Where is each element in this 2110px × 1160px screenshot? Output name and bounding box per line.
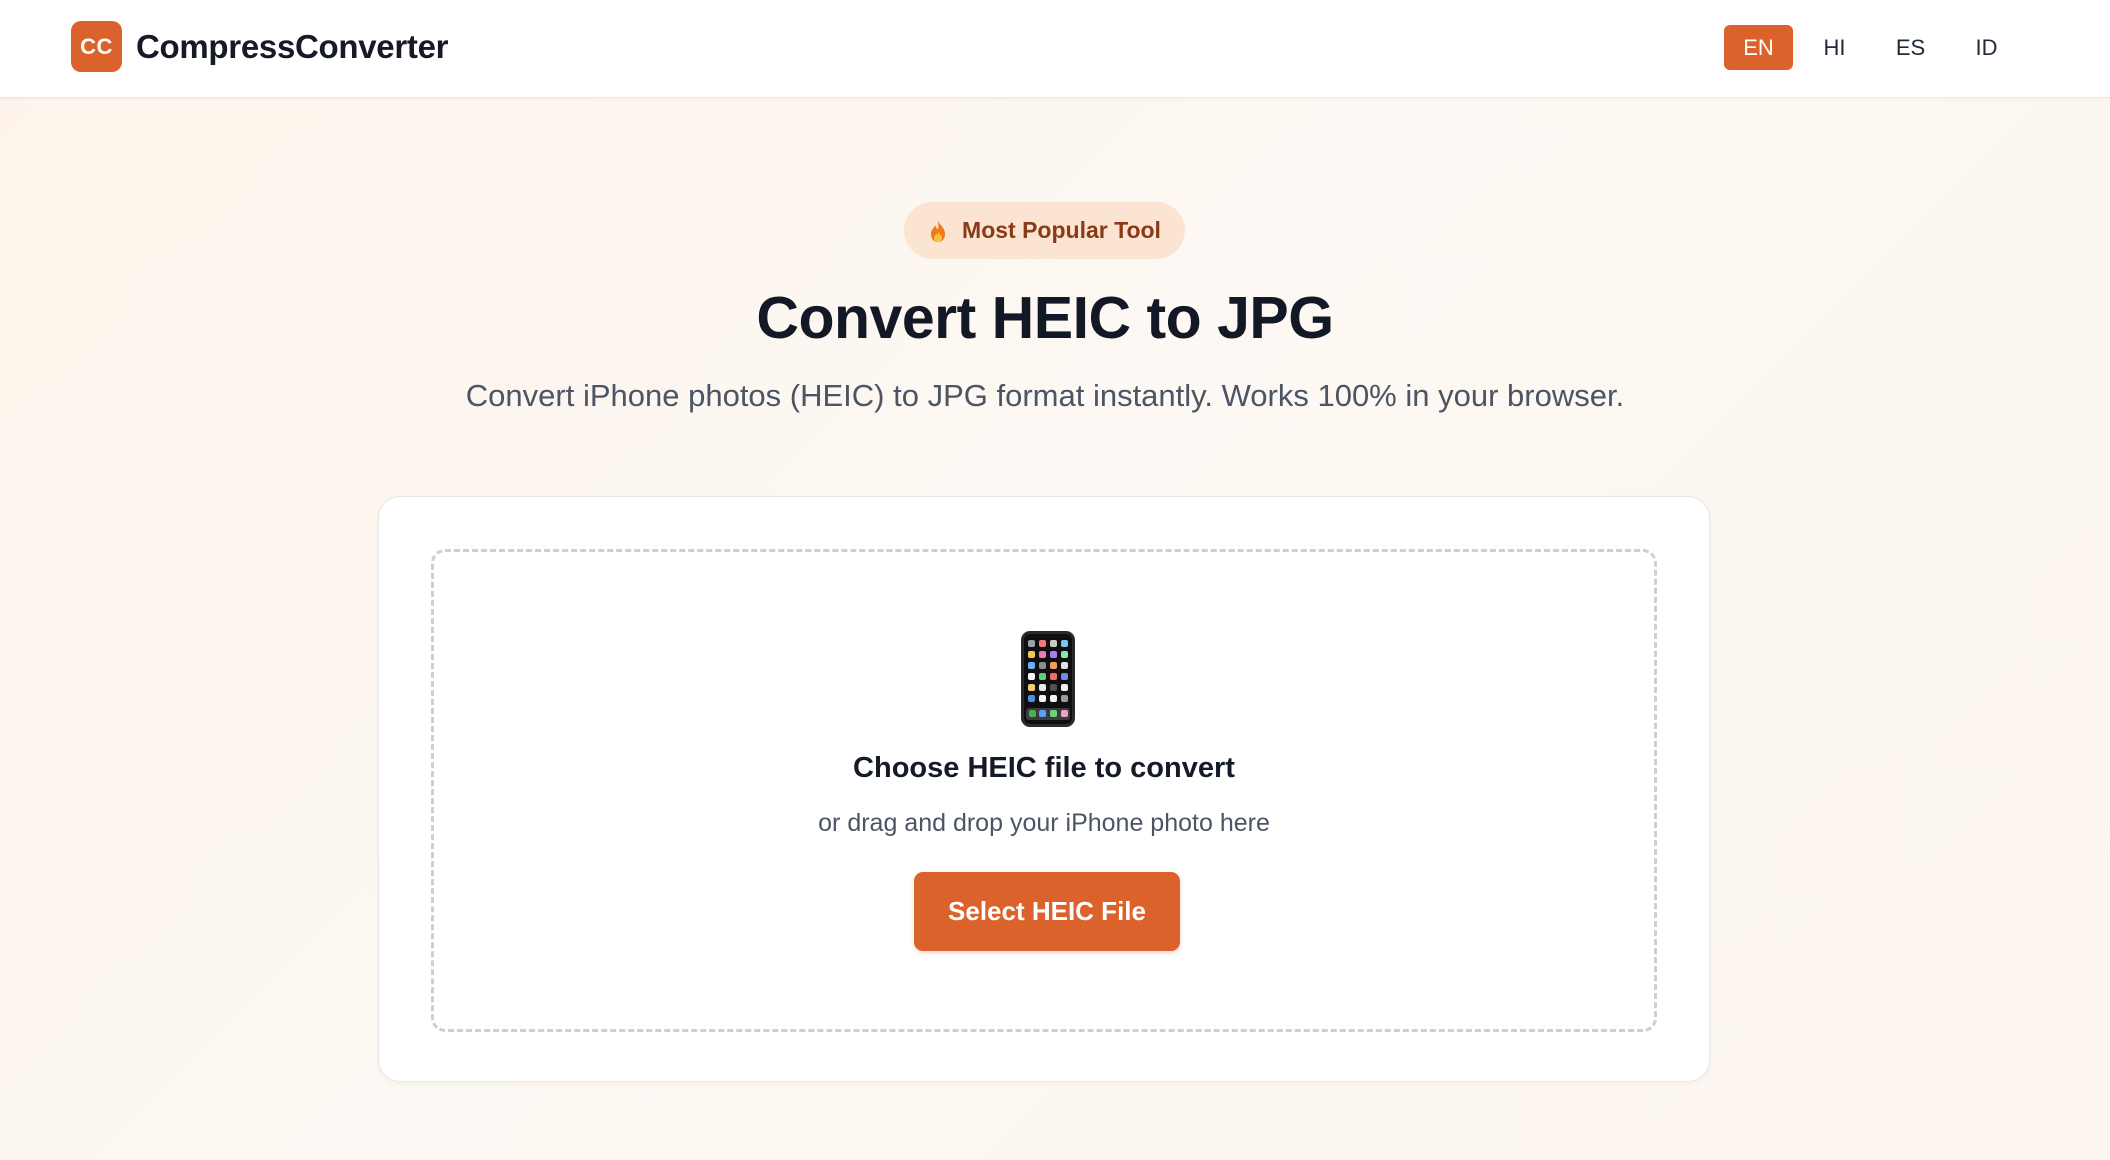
brand-logo: CC xyxy=(71,21,122,72)
popular-badge: Most Popular Tool xyxy=(904,202,1185,259)
select-heic-file-button[interactable]: Select HEIC File xyxy=(914,872,1180,951)
badge-label: Most Popular Tool xyxy=(962,217,1161,243)
brand-name: CompressConverter xyxy=(136,27,449,65)
language-button-hi[interactable]: HI xyxy=(1800,25,1869,70)
file-dropzone[interactable]: Choose HEIC file to convert or drag and … xyxy=(431,549,1657,1032)
fire-icon xyxy=(928,219,948,243)
dropzone-subtitle: or drag and drop your iPhone photo here xyxy=(818,809,1270,837)
site-header: CC CompressConverter EN HI ES ID xyxy=(0,0,2110,98)
language-switcher: EN HI ES ID xyxy=(1724,25,2028,70)
language-button-id[interactable]: ID xyxy=(1952,25,2021,70)
language-button-es[interactable]: ES xyxy=(1876,25,1945,70)
brand-link[interactable]: CC CompressConverter xyxy=(71,21,448,72)
dropzone-title: Choose HEIC file to convert xyxy=(853,752,1235,784)
upload-card: Choose HEIC file to convert or drag and … xyxy=(378,496,1710,1082)
page-subtitle: Convert iPhone photos (HEIC) to JPG form… xyxy=(465,378,1625,413)
page-title: Convert HEIC to JPG xyxy=(756,285,1334,351)
language-button-en[interactable]: EN xyxy=(1724,25,1793,70)
mobile-phone-icon xyxy=(1020,630,1076,728)
